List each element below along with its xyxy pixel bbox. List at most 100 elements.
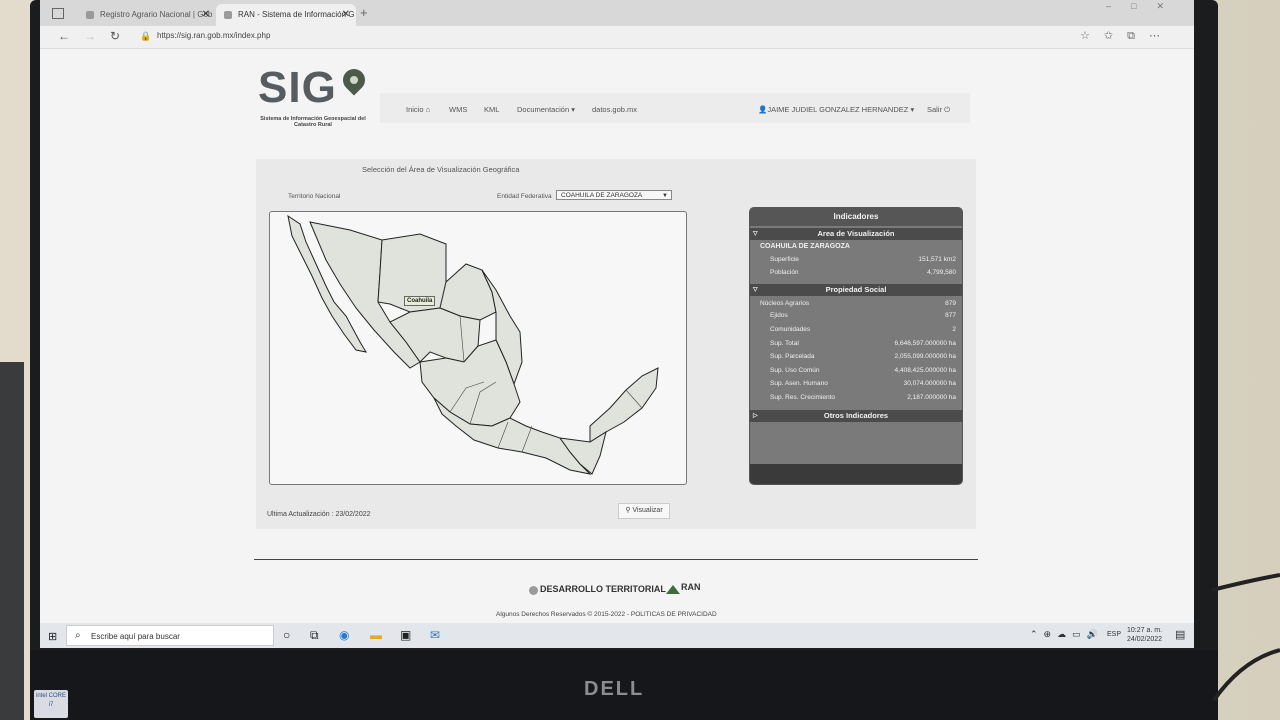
menu-documentacion[interactable]: Documentación ▾ <box>517 105 575 114</box>
entidad-select-value: COAHUILA DE ZARAGOZA <box>561 192 643 199</box>
menu-inicio[interactable]: Inicio ⌂ <box>406 105 430 114</box>
task-view-icon[interactable]: ⧉ <box>310 628 319 643</box>
menu-datos[interactable]: datos.gob.mx <box>592 105 637 114</box>
language-indicator[interactable]: ESP <box>1107 631 1121 638</box>
windows-start-icon[interactable]: ⊞ <box>48 630 57 643</box>
section-area-title: Area de Visualización <box>817 229 895 238</box>
selected-state: COAHUILA DE ZARAGOZA <box>760 243 850 250</box>
lock-icon[interactable]: 🔒 <box>140 31 151 42</box>
indicator-row: Superficie 151,571 km2 <box>750 254 956 266</box>
mail-icon[interactable]: ✉ <box>430 628 440 642</box>
territorio-link[interactable]: Territorio Nacional <box>288 193 340 200</box>
triangle-down-icon: ▽ <box>753 287 758 293</box>
indicators-panel: Indicadores ▽ Area de Visualización COAH… <box>749 207 963 485</box>
logout-label: Salir <box>927 105 943 114</box>
web-page: SIG Sistema de Información Geoespacial d… <box>40 49 1194 623</box>
triangle-right-icon: ▷ <box>753 413 758 419</box>
menu-inicio-label: Inicio <box>406 105 424 114</box>
indicator-label: Sup. Parcelada <box>770 353 815 360</box>
indicators-footer <box>750 464 962 484</box>
indicator-value: 2 <box>952 326 956 333</box>
section-propiedad[interactable]: ▽ Propiedad Social <box>750 284 962 296</box>
forward-icon[interactable]: → <box>84 29 96 43</box>
edge-icon[interactable]: ◉ <box>339 628 349 642</box>
browser-toolbar-icons[interactable]: ☆✩⧉⋯ <box>1080 29 1174 43</box>
indicator-value: 2,187.000000 ha <box>907 394 956 401</box>
section-otros-title: Otros Indicadores <box>823 411 889 420</box>
taskbar: ⊞ ⌕ Escribe aquí para buscar ○ ⧉ ◉ ▬ ▣ ✉… <box>40 623 1194 648</box>
clock[interactable]: 10:27 a. m. 24/02/2022 <box>1127 626 1162 644</box>
indicator-value: 879 <box>945 300 956 307</box>
user-name: JAIME JUDIEL GONZALEZ HERNANDEZ <box>767 105 909 114</box>
clock-time: 10:27 a. m. <box>1127 627 1163 634</box>
user-icon: 👤 <box>758 105 768 114</box>
new-tab-icon[interactable]: + <box>360 5 368 20</box>
menu-wms[interactable]: WMS <box>449 105 467 114</box>
copyright[interactable]: Algunos Derechos Reservados © 2015-2022 … <box>496 611 717 618</box>
divider <box>254 559 978 560</box>
browser-tab-2[interactable]: RAN - Sistema de Información G ✕ <box>216 4 356 26</box>
file-explorer-icon[interactable]: ▬ <box>370 628 382 642</box>
entidad-select[interactable]: COAHUILA DE ZARAGOZA ▼ <box>556 190 672 200</box>
ran-logo[interactable]: RAN <box>665 582 701 592</box>
search-placeholder: Escribe aquí para buscar <box>91 632 180 641</box>
search-input[interactable]: ⌕ Escribe aquí para buscar <box>66 625 274 646</box>
system-tray-icons[interactable]: ⌃⊕☁▭🔊 <box>1030 629 1104 640</box>
menu-documentacion-label: Documentación <box>517 105 570 114</box>
section-area[interactable]: ▽ Area de Visualización <box>750 228 962 240</box>
user-menu[interactable]: 👤JAIME JUDIEL GONZALEZ HERNANDEZ ▾ <box>758 105 914 114</box>
indicator-row: Sup. Parcelada 2,055,099.000000 ha <box>750 351 956 363</box>
cables <box>1212 573 1280 702</box>
indicator-label: Superficie <box>770 256 799 263</box>
address-bar: ← → ↻ 🔒 https://sig.ran.gob.mx/index.php… <box>40 26 1194 49</box>
logout-link[interactable]: Salir ⏻ <box>927 105 950 115</box>
url-field[interactable]: https://sig.ran.gob.mx/index.php <box>157 31 270 40</box>
logo-subtitle: Sistema de Información Geoespacial del C… <box>260 116 366 128</box>
favicon-icon <box>224 11 232 19</box>
indicator-value: 4,799,580 <box>927 269 956 276</box>
power-icon: ⏻ <box>944 105 951 114</box>
visualizar-button[interactable]: ⚲ Visualizar <box>618 503 670 519</box>
map-pin-icon <box>338 64 370 96</box>
visualizar-label: Visualizar <box>632 507 663 514</box>
indicator-label: Comunidades <box>770 326 811 333</box>
desarrollo-territorial-logo[interactable]: DESARROLLO TERRITORIAL <box>526 584 666 594</box>
section-otros[interactable]: ▷ Otros Indicadores <box>750 410 962 422</box>
search-icon: ⌕ <box>75 630 81 641</box>
last-update: Ultima Actualización : 23/02/2022 <box>267 511 371 518</box>
menu-kml[interactable]: KML <box>484 105 499 114</box>
back-icon[interactable]: ← <box>58 29 70 43</box>
close-tab-icon[interactable]: ✕ <box>202 4 210 26</box>
indicator-label: Población <box>770 269 799 276</box>
sig-logo[interactable]: SIG <box>258 63 337 113</box>
indicator-row: Núcleos Agrarios 879 <box>750 298 956 310</box>
indicator-value: 877 <box>945 312 956 319</box>
caret-down-icon: ▾ <box>571 105 575 114</box>
window-controls[interactable]: –□✕ <box>1106 1 1184 12</box>
dell-logo: DELL <box>584 678 645 700</box>
mexico-map[interactable]: Coahuila <box>269 211 687 485</box>
tab-label: RAN - Sistema de Información G <box>238 10 355 19</box>
browser-tab-bar: Registro Agrario Nacional | Gob ✕ RAN - … <box>40 0 1194 26</box>
indicator-row: Sup. Asen. Humano 30,074.000000 ha <box>750 378 956 390</box>
tab-actions-icon[interactable] <box>52 8 64 19</box>
indicator-row: Sup. Uso Común 4,408,425.000000 ha <box>750 365 956 377</box>
indicator-value: 151,571 km2 <box>918 256 956 263</box>
indicator-value: 6,646,597.000000 ha <box>894 340 956 347</box>
indicator-value: 2,055,099.000000 ha <box>894 353 956 360</box>
side-device <box>0 362 24 720</box>
indicator-label: Ejidos <box>770 312 788 319</box>
panel-title: Selección del Área de Visualización Geog… <box>362 165 520 174</box>
browser-tab-1[interactable]: Registro Agrario Nacional | Gob ✕ <box>78 4 216 26</box>
close-tab-icon[interactable]: ✕ <box>342 4 350 26</box>
indicators-header: Indicadores <box>750 208 962 226</box>
indicator-row: Sup. Total 6,646,597.000000 ha <box>750 338 956 350</box>
indicator-label: Núcleos Agrarios <box>760 300 810 307</box>
reload-icon[interactable]: ↻ <box>110 29 120 43</box>
tab-label: Registro Agrario Nacional | Gob <box>100 10 213 19</box>
chevron-down-icon: ▼ <box>662 193 668 199</box>
indicator-value: 4,408,425.000000 ha <box>894 367 956 374</box>
cortana-icon[interactable]: ○ <box>283 628 290 642</box>
store-icon[interactable]: ▣ <box>400 628 411 642</box>
notifications-icon[interactable]: ▤ <box>1175 628 1185 641</box>
